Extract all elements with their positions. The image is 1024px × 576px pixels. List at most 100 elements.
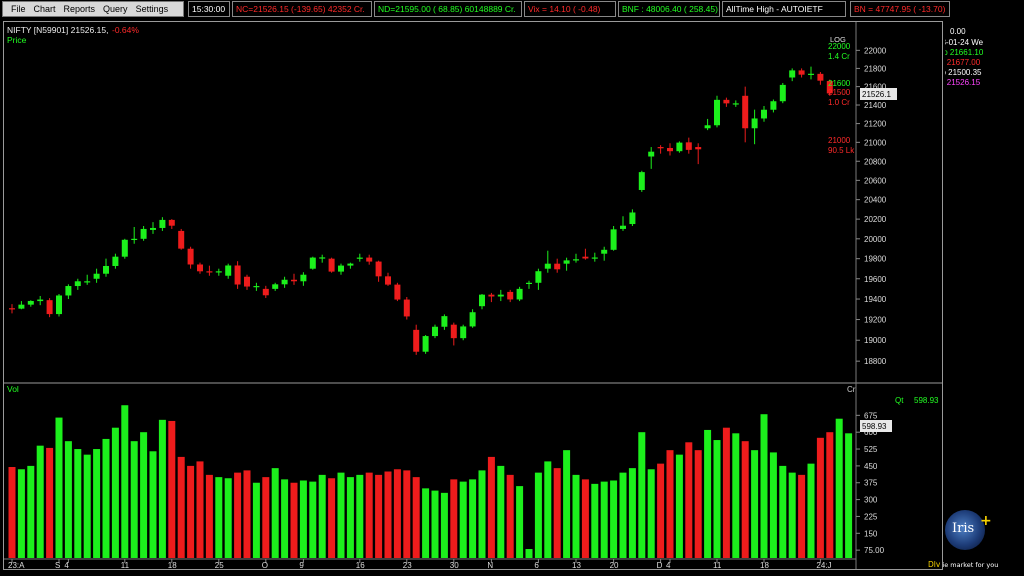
candlestick[interactable] bbox=[215, 268, 222, 276]
candlestick[interactable] bbox=[366, 254, 373, 265]
candlestick[interactable] bbox=[37, 295, 44, 306]
candlestick[interactable] bbox=[544, 250, 551, 273]
volume-bar[interactable] bbox=[769, 452, 777, 558]
volume-bar[interactable] bbox=[431, 490, 439, 558]
candlestick[interactable] bbox=[9, 304, 15, 314]
candlestick[interactable] bbox=[648, 147, 655, 169]
menu-settings[interactable]: Settings bbox=[136, 4, 169, 14]
volume-bar[interactable] bbox=[581, 479, 589, 558]
candlestick[interactable] bbox=[469, 309, 476, 328]
volume-bar[interactable] bbox=[130, 441, 138, 558]
volume-bar[interactable] bbox=[722, 427, 730, 558]
candlestick[interactable] bbox=[168, 219, 175, 229]
candlestick[interactable] bbox=[798, 68, 805, 78]
volume-bar[interactable] bbox=[234, 472, 242, 558]
candlestick[interactable] bbox=[450, 322, 457, 346]
menu-query[interactable]: Query bbox=[103, 4, 128, 14]
candlestick[interactable] bbox=[56, 293, 62, 317]
volume-bar[interactable] bbox=[450, 479, 458, 558]
volume-bar[interactable] bbox=[74, 449, 82, 558]
volume-bar[interactable] bbox=[299, 480, 307, 558]
ticker-nd[interactable]: ND=21595.00 ( 68.85) 60148889 Cr. bbox=[374, 1, 522, 17]
candlestick[interactable] bbox=[657, 145, 664, 154]
volume-bar[interactable] bbox=[318, 474, 326, 558]
volume-bar[interactable] bbox=[713, 440, 721, 558]
candlestick[interactable] bbox=[601, 246, 608, 261]
candlestick[interactable] bbox=[121, 238, 128, 259]
candlestick[interactable] bbox=[789, 68, 796, 82]
chart-panel[interactable]: NIFTY [N59901] 21526.15, -0.64% Price Vo… bbox=[3, 21, 943, 570]
volume-bar[interactable] bbox=[309, 481, 317, 558]
candlestick[interactable] bbox=[65, 284, 72, 300]
candlestick[interactable] bbox=[159, 217, 166, 231]
volume-bar[interactable] bbox=[694, 450, 702, 558]
volume-bar[interactable] bbox=[46, 447, 54, 558]
candlestick[interactable] bbox=[526, 280, 532, 289]
candlestick[interactable] bbox=[413, 324, 420, 355]
candlestick[interactable] bbox=[432, 324, 438, 339]
candlestick[interactable] bbox=[46, 298, 53, 318]
candlestick[interactable] bbox=[187, 246, 194, 269]
volume-bar[interactable] bbox=[544, 461, 552, 558]
volume-bar[interactable] bbox=[224, 478, 232, 558]
volume-bar[interactable] bbox=[619, 472, 627, 558]
menu-reports[interactable]: Reports bbox=[64, 4, 96, 14]
candlestick[interactable] bbox=[779, 82, 786, 104]
candlestick[interactable] bbox=[112, 253, 119, 269]
volume-bar[interactable] bbox=[83, 454, 91, 558]
candlestick[interactable] bbox=[244, 274, 250, 290]
candlestick[interactable] bbox=[573, 253, 579, 263]
volume-bar[interactable] bbox=[816, 437, 824, 558]
candlestick[interactable] bbox=[197, 262, 203, 274]
volume-bar[interactable] bbox=[17, 469, 25, 558]
menu-file[interactable]: File bbox=[11, 4, 26, 14]
volume-bar[interactable] bbox=[440, 492, 448, 558]
volume-bar[interactable] bbox=[55, 417, 63, 558]
volume-bar[interactable] bbox=[403, 470, 411, 558]
volume-bar[interactable] bbox=[497, 465, 505, 558]
candlestick[interactable] bbox=[488, 292, 495, 303]
volume-bar[interactable] bbox=[356, 474, 364, 558]
candlestick[interactable] bbox=[225, 263, 232, 279]
volume-bar[interactable] bbox=[168, 420, 176, 558]
candlestick[interactable] bbox=[723, 97, 730, 107]
volume-bar[interactable] bbox=[111, 427, 119, 558]
ticker-nc[interactable]: NC=21526.15 (-139.65) 42352 Cr. bbox=[232, 1, 372, 17]
volume-bar[interactable] bbox=[196, 461, 204, 558]
volume-bar[interactable] bbox=[215, 477, 223, 558]
candlestick[interactable] bbox=[347, 262, 354, 269]
candlestick[interactable] bbox=[281, 276, 288, 288]
candlestick[interactable] bbox=[770, 99, 777, 113]
volume-bar[interactable] bbox=[187, 465, 195, 558]
volume-bar[interactable] bbox=[553, 468, 561, 558]
volume-bar[interactable] bbox=[788, 472, 796, 558]
volume-bar[interactable] bbox=[102, 438, 110, 558]
volume-bar[interactable] bbox=[516, 486, 524, 558]
candlestick[interactable] bbox=[761, 105, 767, 122]
candlestick[interactable] bbox=[253, 282, 260, 291]
volume-bar[interactable] bbox=[779, 465, 787, 558]
ticker-alltime-high[interactable]: AllTime High - AUTOIETF bbox=[722, 1, 846, 17]
volume-bar[interactable] bbox=[393, 469, 401, 558]
candlestick[interactable] bbox=[150, 222, 156, 234]
volume-bar[interactable] bbox=[647, 469, 655, 558]
candlestick[interactable] bbox=[582, 248, 589, 260]
volume-bar[interactable] bbox=[375, 474, 383, 558]
volume-bar[interactable] bbox=[140, 432, 148, 558]
candlestick[interactable] bbox=[300, 272, 307, 286]
candlestick[interactable] bbox=[206, 265, 213, 276]
volume-bar[interactable] bbox=[8, 467, 16, 558]
volume-bar[interactable] bbox=[572, 474, 580, 558]
candlestick[interactable] bbox=[704, 118, 711, 131]
candlestick[interactable] bbox=[103, 258, 109, 277]
volume-bar[interactable] bbox=[271, 468, 279, 558]
volume-bar[interactable] bbox=[835, 418, 843, 558]
candlestick[interactable] bbox=[394, 282, 401, 302]
candlestick[interactable] bbox=[338, 263, 344, 275]
candlestick[interactable] bbox=[695, 143, 702, 165]
candlestick[interactable] bbox=[403, 297, 410, 320]
dlv-label[interactable]: Dlv bbox=[928, 560, 940, 569]
volume-bar[interactable] bbox=[732, 433, 740, 558]
volume-bar[interactable] bbox=[685, 442, 693, 558]
candlestick[interactable] bbox=[667, 143, 673, 156]
